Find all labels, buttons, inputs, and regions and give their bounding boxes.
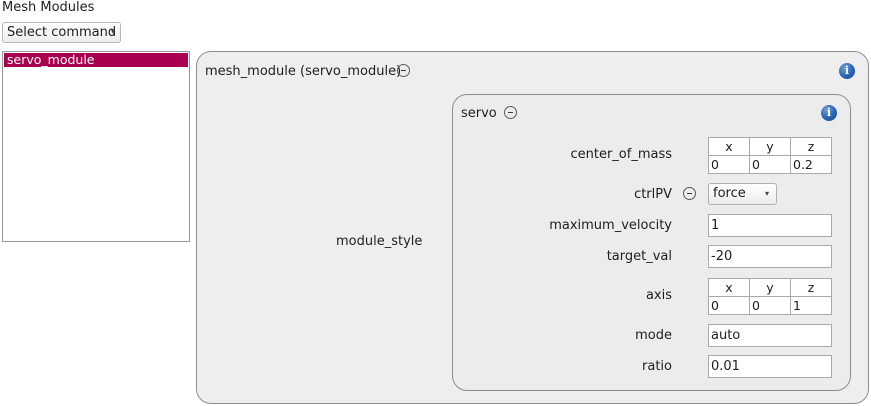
- y-header: y: [750, 138, 791, 155]
- ratio-label: ratio: [642, 359, 672, 374]
- maximum-velocity-label: maximum_velocity: [549, 218, 672, 233]
- info-icon[interactable]: i: [821, 105, 837, 121]
- z-header: z: [807, 139, 815, 154]
- command-select[interactable]: Select command ▾: [2, 22, 121, 43]
- axis-label: axis: [645, 288, 672, 303]
- collapse-servo-icon[interactable]: [504, 106, 517, 119]
- collapse-ctrlpv-icon[interactable]: [683, 187, 696, 200]
- target-val-label: target_val: [606, 249, 672, 264]
- axis-vector: x y z 0 0 1: [708, 278, 832, 315]
- mode-field[interactable]: auto: [708, 324, 832, 347]
- center-of-mass-y-field[interactable]: 0: [750, 156, 791, 174]
- y-header: y: [750, 279, 791, 296]
- center-of-mass-x-field[interactable]: 0: [709, 156, 750, 174]
- center-of-mass-vector: x y z 0 0 0.2: [708, 137, 832, 174]
- module-list[interactable]: servo_module: [2, 51, 190, 242]
- maximum-velocity-field[interactable]: 1: [708, 214, 832, 237]
- target-val-field[interactable]: -20: [708, 245, 832, 268]
- x-header: x: [709, 279, 750, 296]
- page-title: Mesh Modules: [2, 0, 95, 15]
- servo-title: servo: [461, 106, 497, 121]
- axis-x-field[interactable]: 0: [709, 297, 750, 315]
- z-header: z: [807, 280, 815, 295]
- axis-y-field[interactable]: 0: [750, 297, 791, 315]
- center-of-mass-z-field[interactable]: 0.2: [791, 156, 831, 174]
- ctrlpv-select[interactable]: force ▾: [708, 183, 777, 205]
- chevron-down-icon: ▾: [764, 189, 769, 198]
- mode-label: mode: [635, 328, 672, 343]
- ratio-field[interactable]: 0.01: [708, 355, 832, 378]
- ctrlpv-value: force: [713, 186, 746, 201]
- list-item-servo-module[interactable]: servo_module: [4, 53, 188, 67]
- info-icon[interactable]: i: [839, 63, 855, 79]
- module-style-label: module_style: [336, 234, 423, 249]
- axis-z-field[interactable]: 1: [791, 297, 831, 315]
- center-of-mass-label: center_of_mass: [570, 147, 672, 162]
- mesh-module-title: mesh_module (servo_module): [205, 64, 402, 79]
- collapse-mesh-module-icon[interactable]: [397, 64, 410, 77]
- x-header: x: [709, 138, 750, 155]
- ctrlpv-label: ctrlPV: [634, 187, 672, 202]
- chevron-down-icon: ▾: [110, 27, 115, 36]
- command-select-value: Select command: [7, 25, 117, 40]
